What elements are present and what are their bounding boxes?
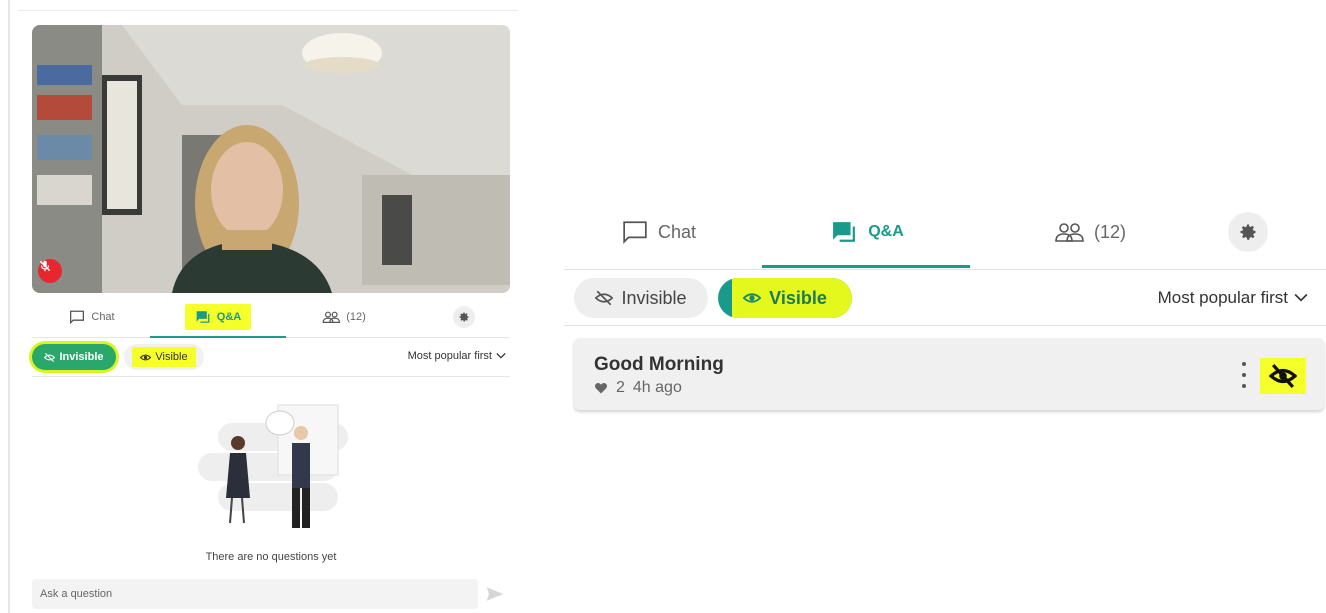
- active-tab-indicator: [762, 265, 970, 268]
- eye-off-icon: [595, 290, 614, 306]
- eye-off-icon: [1269, 364, 1297, 388]
- ask-question-input[interactable]: [32, 579, 478, 609]
- chevron-down-icon: [496, 353, 506, 359]
- tab-qa-label: Q&A: [868, 223, 904, 240]
- visible-filter-button-zoomed[interactable]: Visible: [718, 278, 852, 318]
- mic-muted-icon[interactable]: [38, 259, 62, 283]
- eye-icon: [140, 354, 152, 360]
- tab-chat-label: Chat: [91, 311, 115, 323]
- chevron-down-icon: [1294, 293, 1308, 302]
- question-card[interactable]: Good Morning 2 4h ago: [574, 338, 1324, 410]
- invisible-filter-label: Invisible: [621, 287, 687, 308]
- tab-participants-zoomed[interactable]: (12): [1010, 196, 1170, 268]
- gear-icon: [1240, 224, 1256, 240]
- invisible-filter-label: Invisible: [59, 351, 104, 363]
- tab-chat-label: Chat: [657, 221, 697, 242]
- empty-state-illustration: [198, 404, 348, 528]
- people-icon: [322, 311, 341, 323]
- like-count: 2: [616, 379, 625, 396]
- invisible-filter-button[interactable]: Invisible: [32, 344, 116, 370]
- chat-bubble-icon: [623, 221, 647, 244]
- participants-count: (12): [1093, 221, 1126, 242]
- left-tab-bar: Chat Q&A (12): [32, 296, 510, 338]
- sort-dropdown[interactable]: Most popular first: [408, 350, 506, 362]
- visible-filter-label: Visible: [155, 351, 188, 363]
- sort-label: Most popular first: [1157, 288, 1288, 307]
- tab-qa-label: Q&A: [216, 311, 242, 323]
- gear-icon: [459, 312, 469, 322]
- visible-filter-label: Visible: [769, 287, 827, 308]
- eye-icon: [743, 293, 762, 303]
- active-tab-indicator: [150, 336, 286, 338]
- tab-chat[interactable]: Chat: [32, 296, 152, 338]
- eye-off-icon: [44, 352, 56, 362]
- left-scroll-edge: [8, 0, 10, 613]
- question-time: 4h ago: [632, 379, 682, 396]
- tab-qa[interactable]: Q&A: [152, 296, 284, 338]
- left-panel: Chat Q&A (12) Invisible Visible Most pop…: [18, 10, 518, 613]
- right-tab-bar: Chat Q&A (12): [564, 196, 1326, 270]
- question-meta: 2 4h ago: [594, 379, 682, 397]
- question-title: Good Morning: [594, 354, 724, 375]
- settings-button-zoomed[interactable]: [1224, 196, 1272, 268]
- heart-icon[interactable]: [594, 382, 608, 394]
- more-options-icon[interactable]: [1238, 362, 1250, 388]
- qa-bubble-icon: [196, 311, 210, 323]
- tab-qa-zoomed[interactable]: Q&A: [762, 196, 972, 268]
- left-filter-bar: Invisible Visible Most popular first: [32, 341, 510, 377]
- participants-count: (12): [346, 311, 366, 323]
- right-filter-bar: Invisible Visible Most popular first: [564, 270, 1326, 326]
- visible-filter-button[interactable]: Visible: [124, 344, 204, 370]
- sort-dropdown-zoomed[interactable]: Most popular first: [1158, 288, 1308, 308]
- tab-participants[interactable]: (12): [284, 296, 404, 338]
- people-icon: [1055, 223, 1084, 242]
- settings-button[interactable]: [444, 296, 484, 338]
- qa-bubble-icon: [833, 222, 856, 242]
- invisible-filter-button-zoomed[interactable]: Invisible: [574, 278, 708, 318]
- empty-state-message: There are no questions yet: [205, 551, 337, 563]
- send-icon[interactable]: [486, 586, 504, 602]
- video-feed: [32, 25, 510, 293]
- chat-bubble-icon: [70, 310, 85, 324]
- hide-question-button[interactable]: [1260, 358, 1306, 394]
- tab-chat-zoomed[interactable]: Chat: [594, 196, 724, 268]
- video-scene: [32, 25, 510, 293]
- sort-label: Most popular first: [407, 350, 492, 362]
